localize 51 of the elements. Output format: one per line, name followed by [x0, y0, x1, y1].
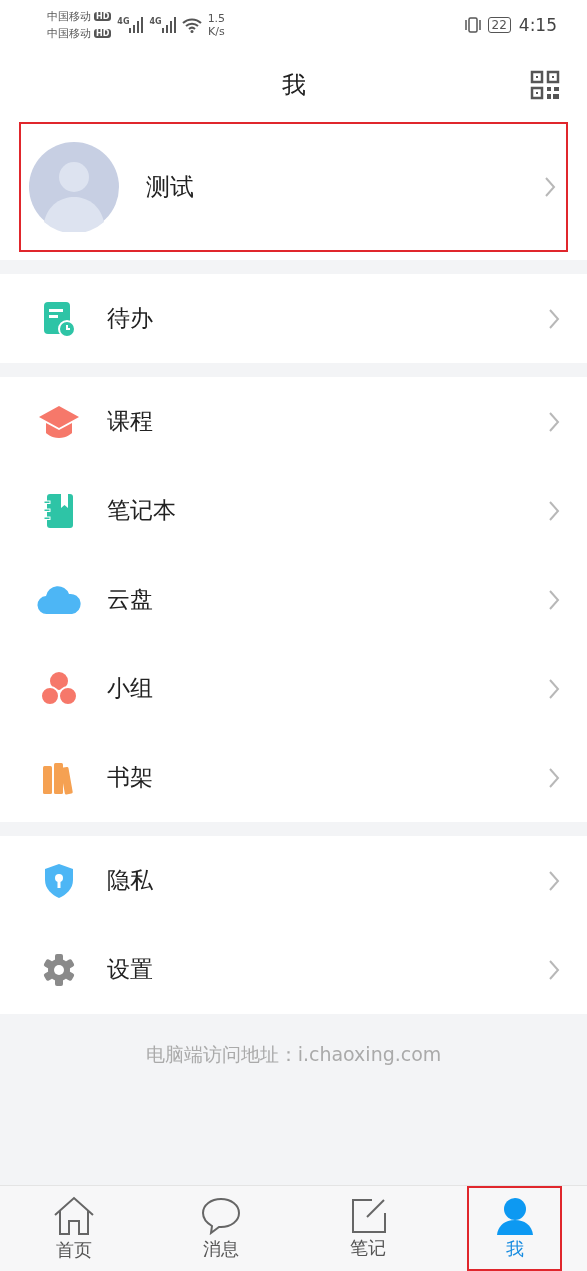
hd-badge: HD	[94, 12, 112, 21]
hd-badge: HD	[94, 29, 112, 38]
speed-value: 1.5	[207, 12, 226, 25]
signal-icon	[161, 17, 176, 33]
notebook-icon	[43, 491, 75, 530]
menu-item[interactable]: 隐私	[0, 836, 587, 925]
web-address-note: 电脑端访问地址：i.chaoxing.com	[145, 1043, 442, 1065]
group-circles-icon	[40, 670, 78, 707]
qr-code-icon[interactable]	[530, 70, 560, 100]
network-type: 4G	[149, 17, 162, 26]
battery-level: 22	[487, 17, 511, 33]
speed-unit: K/s	[208, 25, 225, 38]
menu-item[interactable]: 课程	[0, 377, 587, 466]
graduation-cap-icon	[37, 403, 81, 440]
network-type: 4G	[117, 17, 130, 26]
avatar-icon	[29, 142, 119, 232]
carrier-name: 中国移动	[47, 9, 91, 24]
menu-item[interactable]: 笔记本	[0, 466, 587, 555]
wifi-icon	[181, 17, 202, 33]
vibrate-icon	[463, 17, 482, 33]
carrier-name: 中国移动	[47, 26, 91, 41]
settings-icon	[42, 952, 76, 987]
menu-item[interactable]: 云盘	[0, 555, 587, 644]
chevron-right-icon	[548, 588, 560, 611]
chevron-right-icon	[548, 677, 560, 700]
profile-row[interactable]: 测试	[19, 122, 568, 252]
chevron-right-icon	[548, 499, 560, 522]
page-title: 我	[281, 70, 306, 101]
nav-tab[interactable]: 首页	[27, 1186, 122, 1271]
person-icon	[495, 1196, 534, 1235]
shield-lock-icon	[44, 862, 74, 899]
menu-item[interactable]: 设置	[0, 925, 587, 1014]
signal-icon	[129, 17, 144, 33]
chevron-right-icon	[548, 410, 560, 433]
menu-item[interactable]: 书架	[0, 733, 587, 822]
edit-note-icon	[349, 1197, 386, 1234]
nav-tab[interactable]: 笔记	[320, 1186, 416, 1271]
chevron-right-icon	[544, 176, 556, 198]
menu-item[interactable]: 待办	[0, 274, 587, 363]
user-name: 测试	[146, 172, 195, 203]
chevron-right-icon	[548, 307, 560, 330]
home-icon	[53, 1195, 96, 1236]
chevron-right-icon	[548, 766, 560, 789]
task-clock-icon	[42, 299, 76, 338]
clock-time: 4:15	[518, 15, 557, 35]
menu-item[interactable]: 小组	[0, 644, 587, 733]
speech-bubble-icon	[201, 1196, 242, 1235]
chevron-right-icon	[548, 958, 560, 981]
chevron-right-icon	[548, 869, 560, 892]
nav-tab[interactable]: 消息	[173, 1186, 269, 1271]
cloud-icon	[37, 584, 81, 615]
